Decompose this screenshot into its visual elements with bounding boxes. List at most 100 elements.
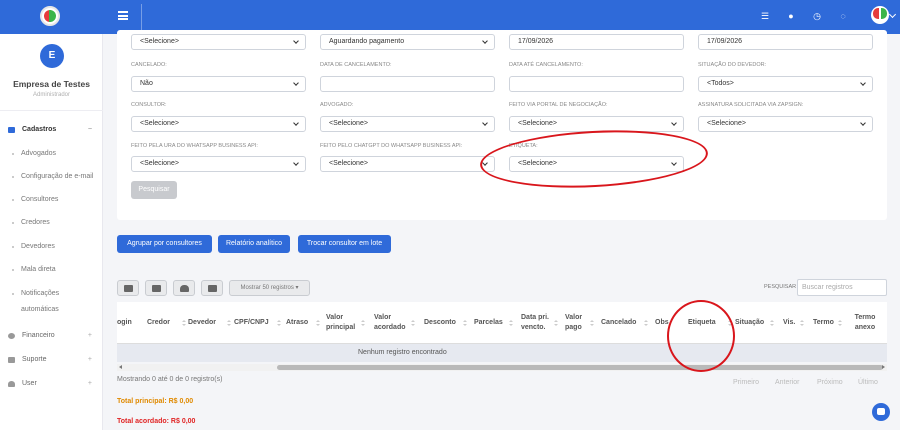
column-cancelado[interactable]: Cancelado (601, 302, 649, 343)
column-valor-principal[interactable]: Valor principal (326, 302, 366, 343)
analytic-report-button[interactable]: Relatório analítico (218, 235, 290, 253)
user-icon (8, 381, 15, 387)
situacao-devedor-select[interactable]: <Todos> (698, 76, 873, 92)
sidebar-section-financeiro[interactable]: Financeiro + (8, 330, 98, 342)
search-button[interactable]: Pesquisar (131, 181, 177, 199)
sort-icon (644, 320, 648, 326)
group-by-consultant-button[interactable]: Agrupar por consultores (117, 235, 212, 253)
label-data-ate-cancelamento: DATA ATÉ CANCELAMENTO: (509, 62, 583, 68)
table-info: Mostrando 0 até 0 de 0 registro(s) (117, 376, 223, 383)
show-records-dropdown[interactable]: Mostrar 50 registros ▾ (229, 280, 310, 296)
filter-date-start[interactable]: 17/09/2026 (509, 34, 684, 50)
advogado-select[interactable]: <Selecione> (320, 116, 495, 132)
table-search-input[interactable]: Buscar registros (797, 279, 887, 296)
list-icon[interactable]: ☰ (760, 11, 770, 21)
sort-icon (770, 320, 774, 326)
column-atraso[interactable]: Atraso (286, 302, 321, 343)
pagination-previous[interactable]: Anterior (775, 379, 800, 386)
menu-toggle-icon[interactable] (118, 11, 128, 20)
user-avatar-icon[interactable] (871, 6, 889, 24)
bullet-icon (12, 176, 14, 178)
label-portal-negociacao: FEITO VIA PORTAL DE NEGOCIAÇÃO: (509, 102, 608, 108)
chatgpt-whatsapp-select[interactable]: <Selecione> (320, 156, 495, 172)
column-credor[interactable]: Credor (147, 302, 187, 343)
scrollbar-thumb[interactable] (277, 365, 883, 370)
folder-icon (8, 127, 15, 133)
sort-icon (463, 320, 467, 326)
divider (141, 4, 142, 30)
label-data-cancelamento: DATA DE CANCELAMENTO: (320, 62, 392, 68)
column-devedor[interactable]: Devedor (188, 302, 232, 343)
total-acordado: Total acordado: R$ 0,00 (117, 418, 196, 425)
company-name: Empresa de Testes (13, 79, 90, 89)
label-cancelado: CANCELADO: (131, 62, 167, 68)
sort-icon (277, 320, 281, 326)
pagination-first[interactable]: Primeiro (733, 379, 759, 386)
search-label: PESQUISAR (764, 284, 797, 290)
consultor-select[interactable]: <Selecione> (131, 116, 306, 132)
export-button[interactable] (145, 280, 167, 296)
sort-icon (316, 320, 320, 326)
filter-select-situacao[interactable]: Aguardando pagamento (320, 34, 495, 50)
scroll-right-icon[interactable] (882, 365, 885, 369)
chat-icon[interactable] (872, 403, 890, 421)
label-chatgpt-whatsapp: FEITO PELO CHATGPT DO WHATSAPP BUSINESS … (320, 143, 463, 149)
filter-select-row0-1[interactable]: <Selecione> (131, 34, 306, 50)
column-vis[interactable]: Vis. (783, 302, 805, 343)
column-valor-pago[interactable]: Valor pago (565, 302, 595, 343)
bullet-icon (12, 293, 14, 295)
pagination-last[interactable]: Último (858, 379, 878, 386)
sidebar-section-suporte[interactable]: Suporte + (8, 354, 98, 366)
sort-icon (361, 320, 365, 326)
label-advogado: ADVOGADO: (320, 102, 354, 108)
sidebar-section-user[interactable]: User + (8, 378, 98, 390)
horizontal-scrollbar[interactable] (117, 364, 887, 371)
logo-icon[interactable] (40, 6, 60, 26)
table-empty-row: Nenhum registro encontrado (117, 344, 887, 362)
clock-icon[interactable]: ◷ (812, 11, 822, 21)
scroll-left-icon[interactable] (119, 365, 122, 369)
pagination-next[interactable]: Próximo (817, 379, 843, 386)
cloud-button[interactable] (173, 280, 195, 296)
group-icon[interactable]: ● (786, 11, 796, 21)
bullet-icon (12, 269, 14, 271)
support-icon (8, 357, 15, 363)
column-data-vencto[interactable]: Data pri. vencto. (521, 302, 559, 343)
whatsapp-icon[interactable]: ◌ (838, 11, 848, 21)
sort-icon (509, 320, 513, 326)
annotation-ellipse-etiqueta-column (667, 300, 735, 372)
print-button[interactable] (117, 280, 139, 296)
sort-icon (800, 320, 804, 326)
bullet-icon (12, 153, 14, 155)
column-cpf-cnpj[interactable]: CPF/CNPJ (234, 302, 282, 343)
download-icon (152, 285, 161, 292)
column-login[interactable]: ogin (117, 302, 141, 343)
sort-icon (554, 320, 558, 326)
label-ura-whatsapp: FEITO PELA URA DO WHATSAPP BUSINESS API: (131, 143, 258, 149)
data-cancelamento-input[interactable] (320, 76, 495, 92)
divider (0, 110, 103, 111)
column-situacao[interactable]: Situação (735, 302, 775, 343)
column-termo-anexo[interactable]: Termo anexo (851, 302, 879, 343)
label-situacao-devedor: SITUAÇÃO DO DEVEDOR: (698, 62, 767, 68)
portal-negociacao-select[interactable]: <Selecione> (509, 116, 684, 132)
column-termo[interactable]: Termo (813, 302, 843, 343)
column-parcelas[interactable]: Parcelas (474, 302, 514, 343)
cancelado-select[interactable]: Não (131, 76, 306, 92)
swap-consultant-button[interactable]: Trocar consultor em lote (298, 235, 391, 253)
pdf-button[interactable] (201, 280, 223, 296)
filter-date-end[interactable]: 17/09/2026 (698, 34, 873, 50)
chevron-down-icon[interactable] (888, 10, 897, 19)
ura-whatsapp-select[interactable]: <Selecione> (131, 156, 306, 172)
zapsign-select[interactable]: <Selecione> (698, 116, 873, 132)
sidebar-section-cadastros[interactable]: Cadastros − (8, 124, 98, 136)
bullet-icon (12, 199, 14, 201)
column-valor-acordado[interactable]: Valor acordado (374, 302, 416, 343)
label-zapsign: ASSINATURA SOLICITADA VIA ZAPSIGN: (698, 102, 804, 108)
user-role: Administrador (32, 92, 70, 98)
column-desconto[interactable]: Desconto (424, 302, 468, 343)
sort-icon (227, 320, 231, 326)
data-ate-cancelamento-input[interactable] (509, 76, 684, 92)
bullet-icon (12, 246, 14, 248)
sort-icon (411, 320, 415, 326)
